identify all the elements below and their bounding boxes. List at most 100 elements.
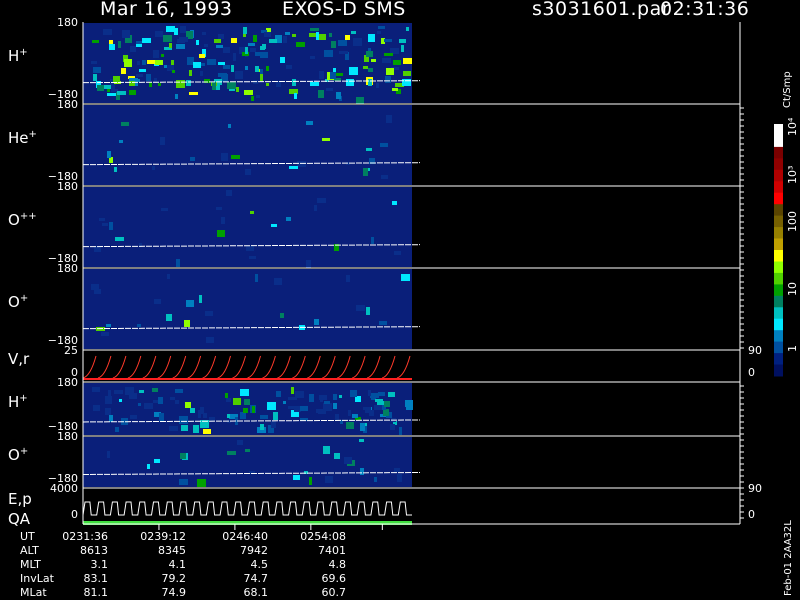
cell-3-17 [274,278,282,285]
cell-5-67 [370,393,379,398]
cell-0-21 [280,57,285,63]
vr-trace-7 [187,355,202,379]
cell-6-19 [180,453,186,459]
cell-6-0 [394,468,400,472]
cell-0-197 [260,69,263,74]
panel-bg-2 [83,187,412,267]
cell-5-56 [260,424,264,430]
cell-5-93 [406,405,413,410]
cell-5-25 [283,401,286,404]
panel-label-main-3: O [8,293,20,311]
cell-0-99 [172,70,175,73]
cell-0-136 [107,89,110,92]
cell-5-30 [288,397,297,400]
cell-1-2 [366,148,372,151]
cell-5-73 [368,390,371,396]
cell-0-74 [121,68,126,74]
cell-6-18 [334,453,340,459]
panel-label-sup-3: + [19,293,29,304]
cell-0-148 [179,37,188,42]
cell-5-108 [377,401,384,405]
cell-6-16 [107,451,110,458]
cell-2-11 [217,230,225,237]
cell-0-62 [326,88,333,91]
cell-0-159 [97,85,104,91]
cell-1-0 [245,169,251,175]
colorbar-cell-11 [774,250,783,262]
cell-0-18 [218,34,224,39]
cell-5-72 [288,406,296,409]
colorbar-cell-7 [774,204,783,217]
panel-label-sup-5: + [19,393,28,404]
cell-5-63 [384,401,390,407]
cell-5-22 [350,390,357,397]
vr-trace-11 [247,355,261,379]
cell-0-82 [92,40,99,43]
panel-label-main-5: H [8,393,20,411]
cell-0-192 [142,38,151,43]
vr-trace-21 [396,355,411,379]
cell-0-115 [318,90,324,98]
cell-0-45 [187,57,194,65]
colorbar-cell-18 [774,330,783,343]
cell-0-152 [109,40,113,44]
cell-0-35 [118,41,121,48]
ephemeris-value-2-1: 4.1 [168,558,187,571]
cell-2-21 [317,198,326,203]
cell-0-67 [146,74,151,81]
cell-1-14 [221,153,228,161]
cell-0-129 [243,27,247,34]
colorbar-cell-8 [774,215,783,228]
cell-0-189 [113,76,120,82]
cell-0-113 [377,31,381,34]
colorbar-cell-2 [774,146,783,159]
cell-1-19 [107,151,111,158]
vr-trace-6 [172,355,187,379]
colorbar-cell-14 [774,284,783,297]
cell-0-93 [336,92,341,99]
cell-0-161 [227,82,236,89]
cell-5-87 [233,398,241,405]
cell-0-179 [139,69,146,72]
cell-0-0 [245,66,248,70]
colorbar-cell-10 [774,238,783,251]
panel-bg-6 [83,437,412,487]
cell-5-80 [179,416,188,424]
panel-label-main-2: O [8,211,20,229]
cell-0-53 [236,87,239,92]
rtick-top-4: 90 [748,344,762,357]
cell-3-6 [379,321,387,325]
cell-5-98 [119,399,122,402]
ephemeris-value-4-0: 81.1 [83,586,109,599]
cell-0-56 [231,65,234,72]
cell-0-153 [402,79,411,86]
ephemeris-value-2-0: 3.1 [90,558,109,571]
cell-3-16 [206,337,214,343]
cell-1-11 [297,161,306,167]
cell-2-20 [226,190,232,196]
cell-1-18 [289,166,298,169]
cell-0-10 [176,80,185,88]
cell-5-69 [346,422,354,429]
cell-5-23 [226,398,231,402]
cell-0-47 [189,70,192,76]
cell-0-19 [324,50,333,57]
ephemeris-value-3-1: 79.2 [161,572,187,585]
panel-label-3: O+ [8,293,28,311]
cell-3-3 [280,313,284,318]
cell-0-137 [253,35,257,42]
colorbar-cell-20 [774,353,783,366]
cell-0-64 [171,60,174,65]
cell-1-12 [380,143,388,147]
cell-5-48 [333,394,337,400]
cell-3-5 [314,319,319,325]
cell-0-100 [147,60,155,64]
cell-5-75 [203,429,211,434]
ephemeris-value-4-3: 60.7 [321,586,347,599]
cell-6-23 [237,440,243,445]
cell-0-88 [309,33,317,37]
cell-0-85 [218,73,227,77]
vr-trace-15 [307,355,321,379]
cell-0-60 [166,26,175,32]
cell-0-147 [333,68,336,72]
